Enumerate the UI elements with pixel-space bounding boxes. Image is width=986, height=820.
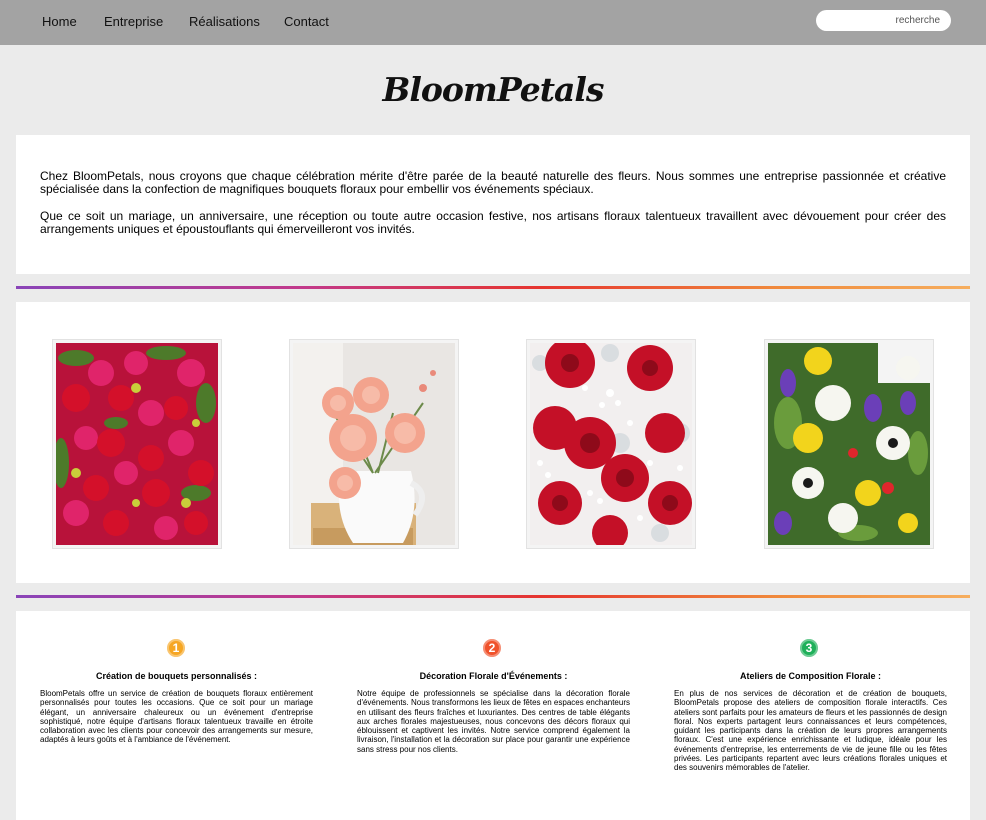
gallery-photo-dahlias[interactable] xyxy=(289,339,459,549)
nav-link-entreprise[interactable]: Entreprise xyxy=(104,14,163,29)
gradient-divider xyxy=(16,595,970,598)
gallery-photo-red-roses[interactable] xyxy=(526,339,696,549)
service-description: BloomPetals offre un service de création… xyxy=(40,689,313,745)
intro-paragraph: Que ce soit un mariage, un anniversaire,… xyxy=(40,209,946,236)
mixed-flowers-photo xyxy=(768,343,930,545)
number-badge-3: 3 xyxy=(800,639,818,657)
intro-paragraph: Chez BloomPetals, nous croyons que chaqu… xyxy=(40,169,946,196)
service-description: Notre équipe de professionnels se spécia… xyxy=(357,689,630,754)
top-navbar: Home Entreprise Réalisations Contact xyxy=(0,0,986,45)
nav-link-contact[interactable]: Contact xyxy=(284,14,329,29)
search-input[interactable] xyxy=(816,10,951,31)
services-card: 1 Création de bouquets personnalisés : B… xyxy=(16,611,970,820)
number-badge-1: 1 xyxy=(167,639,185,657)
gradient-divider xyxy=(16,286,970,289)
service-title: Décoration Florale d'Événements : xyxy=(419,671,568,681)
dahlias-vase-photo xyxy=(293,343,455,545)
gallery-photo-mixed[interactable] xyxy=(764,339,934,549)
nav-link-home[interactable]: Home xyxy=(42,14,77,29)
brand-logo: BloomPetals xyxy=(382,70,604,109)
service-description: En plus de nos services de décoration et… xyxy=(674,689,947,773)
number-badge-2: 2 xyxy=(483,639,501,657)
intro-card: Chez BloomPetals, nous croyons que chaqu… xyxy=(16,135,970,274)
gallery-card xyxy=(16,302,970,583)
roses-bouquet-photo xyxy=(56,343,218,545)
service-title: Ateliers de Composition Florale : xyxy=(739,671,882,681)
gallery-photo-roses[interactable] xyxy=(52,339,222,549)
service-title: Création de bouquets personnalisés : xyxy=(95,671,258,681)
nav-link-realisations[interactable]: Réalisations xyxy=(189,14,260,29)
red-roses-gypsophila-photo xyxy=(530,343,692,545)
